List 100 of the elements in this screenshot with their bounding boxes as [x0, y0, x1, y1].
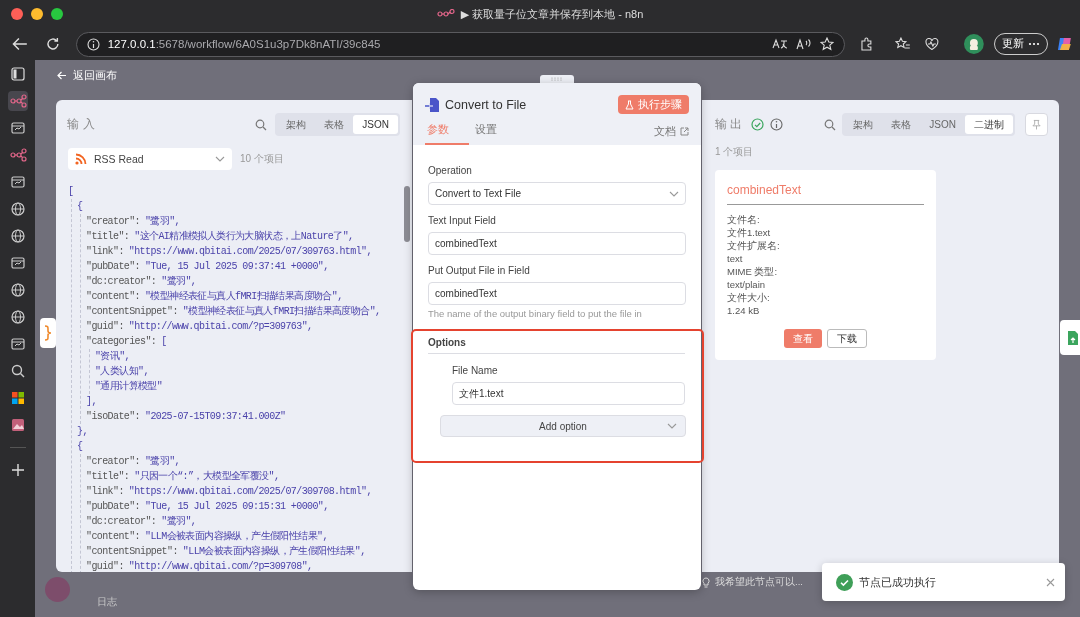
json-key: "guid":	[86, 559, 124, 572]
json-bracket: ],	[86, 395, 97, 409]
more-icon	[1028, 42, 1041, 46]
toast-message: 节点已成功执行	[859, 574, 936, 590]
json-key: "creator":	[86, 454, 140, 469]
json-value: "模型神经表征与真人fMRI扫描结果高度吻合",	[145, 289, 343, 304]
json-value: "鹭羽",	[161, 275, 197, 289]
detail-value: 1.24 kB	[727, 304, 761, 317]
maximize-button[interactable]	[51, 8, 63, 20]
options-title: Options	[428, 337, 685, 354]
detail-value: text	[727, 252, 744, 265]
source-select[interactable]: RSS Read	[68, 148, 232, 170]
json-key: "categories":	[86, 334, 157, 349]
json-value: "https://www.qbitai.com/2025/07/309763.html",	[128, 245, 372, 259]
detail-label: 文件扩展名:	[727, 239, 781, 252]
json-value: "通用计算模型"	[95, 379, 163, 394]
json-value: "2025-07-15T09:37:41.000Z"	[145, 410, 286, 424]
close-icon[interactable]	[1046, 577, 1055, 587]
add-option-button[interactable]: Add option	[440, 415, 686, 437]
panel-title: 输出	[715, 117, 745, 132]
settings-tab[interactable]: 设置	[473, 122, 517, 145]
lightbulb-icon	[702, 577, 710, 588]
operation-select[interactable]: Convert to Text File	[428, 182, 686, 205]
input-field[interactable]: combinedText	[428, 282, 686, 305]
detail-label: 文件大小:	[727, 291, 771, 304]
search-icon[interactable]	[255, 118, 268, 131]
json-key: "title":	[86, 469, 130, 484]
json-value: "Tue, 15 Jul 2025 09:15:31 +0000",	[145, 500, 329, 514]
field-hint: The name of the output binary field to put the file in	[428, 308, 643, 319]
json-value: "http://www.qbitai.com/?p=309708",	[128, 560, 313, 572]
address-bar[interactable]: 127.0.0.1:5678/workflow/6A0S1u3p7Dk8nATI/39c845	[75, 31, 845, 57]
search-icon[interactable]	[824, 118, 837, 131]
json-key: "contentSnippet":	[86, 304, 178, 319]
json-key: "pubDate":	[86, 499, 140, 514]
json-value: "鹭羽",	[145, 215, 181, 229]
log-label: 日志	[97, 595, 117, 609]
json-value: "鹭羽",	[161, 515, 197, 529]
read-aloud-icon[interactable]	[796, 38, 812, 50]
scrollbar-thumb[interactable]	[404, 186, 410, 242]
extensions-icon[interactable]	[859, 37, 875, 51]
node-title: Convert to File	[445, 97, 528, 112]
view-tab[interactable]: 架构	[277, 115, 316, 134]
chevron-down-icon	[669, 190, 679, 197]
copilot-icon[interactable]	[1056, 35, 1074, 53]
heart-icon[interactable]	[924, 37, 941, 51]
json-key: "pubDate":	[86, 259, 140, 274]
external-link-icon	[680, 127, 689, 136]
panel-title: 输入	[67, 117, 100, 132]
json-key: "content":	[86, 289, 140, 304]
url-path: :5678/workflow/6A0S1u3p7Dk8nATI/39c845	[155, 38, 381, 50]
json-bracket: {	[77, 200, 83, 214]
json-value: "这个AI精准模拟人类行为大脑状态，上Nature了",	[134, 229, 354, 244]
window-title: ▶ 获取量子位文章并保存到本地 - n8n	[460, 6, 644, 22]
json-value: "只因一个“:”，大模型全军覆没",	[134, 470, 280, 484]
json-key: "title":	[86, 229, 130, 244]
detail-label: 文件名:	[727, 213, 761, 226]
field-label: Operation	[428, 165, 473, 177]
json-value: "鹭羽",	[145, 455, 181, 469]
json-bracket: [	[68, 185, 74, 199]
favorites-icon[interactable]	[894, 37, 911, 51]
field-label: File Name	[452, 365, 499, 377]
drag-handle[interactable]	[540, 75, 574, 83]
json-key: "creator":	[86, 214, 140, 229]
check-circle-icon	[751, 118, 764, 131]
docs-link[interactable]: 文档	[654, 124, 689, 145]
view-tab[interactable]: 表格	[315, 115, 354, 134]
download-button[interactable]: 下载	[827, 329, 867, 348]
view-tab[interactable]: 架构	[844, 115, 883, 134]
minimize-button[interactable]	[31, 8, 43, 20]
translate-icon[interactable]	[772, 38, 788, 50]
item-count: 1 个项目	[715, 145, 755, 159]
back-link[interactable]: 返回画布	[56, 67, 412, 83]
view-tab[interactable]: JSON	[353, 115, 398, 134]
input-field[interactable]: 文件1.text	[452, 382, 685, 405]
chevron-down-icon	[215, 156, 225, 162]
json-value: "模型神经表征与真人fMRI扫描结果高度吻合",	[182, 304, 381, 319]
json-value: "资讯",	[95, 350, 130, 364]
pin-icon	[1032, 119, 1041, 130]
back-arrow-icon	[57, 70, 67, 80]
detail-value: 文件1.text	[727, 226, 772, 239]
view-tab[interactable]: 表格	[882, 115, 921, 134]
success-icon	[836, 573, 853, 591]
star-icon[interactable]	[820, 37, 834, 51]
json-value: "http://www.qbitai.com/?p=309763",	[128, 320, 313, 334]
file-import-icon	[425, 96, 439, 113]
reload-icon[interactable]	[45, 37, 60, 51]
json-key: "guid":	[86, 319, 124, 334]
view-tab[interactable]: 二进制	[965, 115, 1013, 134]
workflow-icon[interactable]	[7, 91, 28, 111]
close-button[interactable]	[11, 8, 23, 20]
workflow-icon[interactable]	[7, 145, 28, 165]
json-bracket: },	[77, 425, 88, 439]
json-value: "LLM会被表面内容操纵，产生假阳性结果",	[182, 544, 366, 559]
url-host: 127.0.0.1	[107, 38, 156, 50]
back-icon[interactable]	[12, 37, 28, 51]
view-tab[interactable]: JSON	[920, 115, 965, 134]
profile-avatar[interactable]	[964, 34, 985, 54]
input-field[interactable]: combinedText	[428, 232, 686, 255]
braces-icon	[44, 325, 52, 341]
json-key: "content":	[86, 529, 140, 544]
